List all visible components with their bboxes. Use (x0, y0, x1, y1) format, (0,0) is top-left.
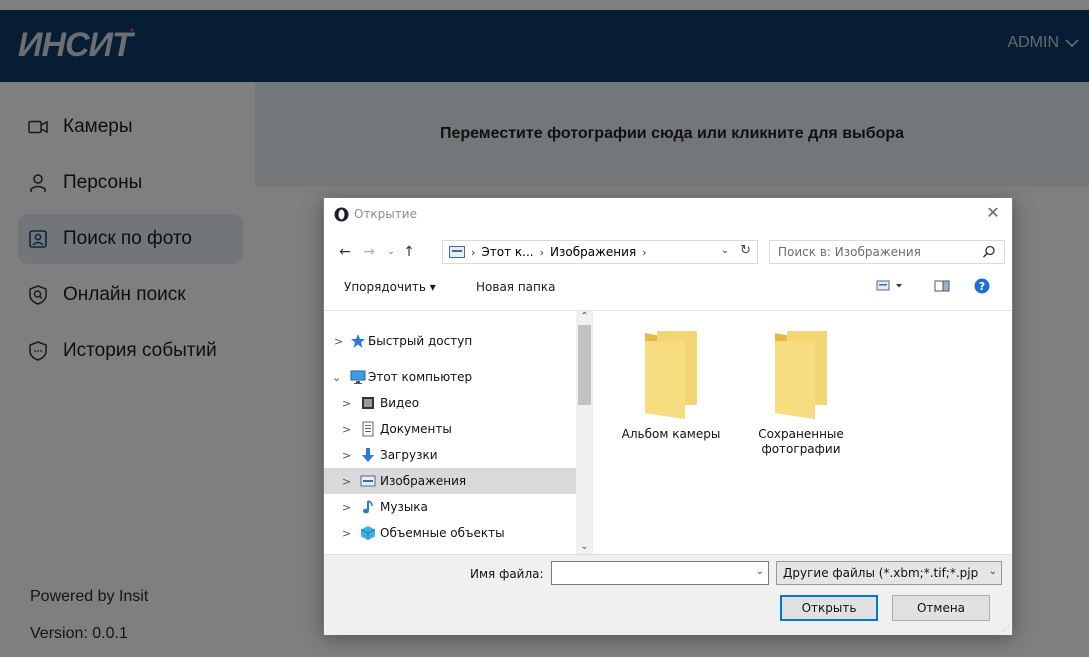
address-bar[interactable]: › Этот к... › Изображения › ⌄ ↻ (442, 240, 758, 264)
tree-item-this-pc[interactable]: ⌄ Этот компьютер (324, 364, 576, 390)
3d-objects-folder-icon (360, 526, 376, 540)
search-icon (982, 245, 995, 258)
filename-label: Имя файла: (470, 567, 544, 581)
open-button[interactable]: Открыть (780, 595, 878, 621)
navigation-tree: > Быстрый доступ ⌄ Этот компьютер > Виде… (324, 311, 576, 555)
tree-item-downloads[interactable]: > Загрузки (324, 442, 576, 468)
scrollbar-thumb[interactable] (578, 325, 591, 405)
expand-chevron-icon[interactable]: > (342, 527, 351, 540)
close-icon[interactable]: ✕ (984, 204, 1002, 222)
tree-scrollbar[interactable]: ⌃ ⌄ (576, 311, 593, 555)
search-box[interactable] (769, 240, 1005, 264)
opera-icon (334, 207, 349, 222)
pictures-folder-icon (360, 475, 376, 487)
dialog-titlebar: Открытие ✕ (324, 198, 1012, 230)
tree-item-quick-access[interactable]: > Быстрый доступ (324, 328, 576, 354)
help-icon[interactable]: ? (974, 278, 990, 297)
file-list: Альбом камеры Сохраненные фотографии (596, 311, 1012, 555)
file-item-label: Альбом камеры (621, 427, 721, 441)
folder-icon (775, 331, 827, 419)
tree-item-label: Быстрый доступ (368, 334, 473, 348)
breadcrumb-item[interactable]: Этот к... (481, 245, 533, 259)
file-item-label: Сохраненные фотографии (758, 427, 844, 456)
documents-folder-icon (362, 421, 374, 437)
computer-icon (350, 370, 366, 384)
tree-item-label: Видео (380, 396, 420, 410)
recent-locations-chevron-icon[interactable]: ⌄ (382, 242, 400, 262)
tree-item-music[interactable]: > Музыка (324, 494, 576, 520)
expand-chevron-icon[interactable]: ⌄ (332, 371, 341, 384)
scroll-up-icon[interactable]: ⌃ (576, 311, 593, 325)
tree-item-documents[interactable]: > Документы (324, 416, 576, 442)
expand-chevron-icon[interactable]: > (334, 335, 343, 348)
expand-chevron-icon[interactable]: > (342, 501, 351, 514)
address-row: ← → ⌄ ↑ › Этот к... › Изображения › ⌄ ↻ (324, 238, 1012, 266)
filename-input[interactable] (556, 566, 746, 580)
tree-item-label: Документы (380, 422, 452, 436)
back-arrow-icon[interactable]: ← (336, 242, 354, 262)
tree-item-label: Загрузки (380, 448, 438, 462)
tree-item-pictures[interactable]: > Изображения (324, 468, 576, 494)
scroll-down-icon[interactable]: ⌄ (576, 541, 593, 555)
up-arrow-icon[interactable]: ↑ (400, 242, 418, 262)
dialog-footer: Имя файла: ⌄ Другие файлы (*.xbm;*.tif;*… (324, 554, 1012, 635)
downloads-folder-icon (362, 448, 374, 462)
breadcrumb-separator: › (642, 245, 647, 259)
open-file-dialog: Открытие ✕ ← → ⌄ ↑ › Этот к... › Изображ… (323, 197, 1013, 635)
expand-chevron-icon[interactable]: > (342, 397, 351, 410)
tree-item-label: Объемные объекты (380, 526, 505, 540)
tree-item-3d-objects[interactable]: > Объемные объекты (324, 520, 576, 546)
tree-item-label: Изображения (380, 474, 467, 488)
breadcrumb-separator: › (471, 245, 476, 259)
dialog-toolbar: Упорядочить ▾ Новая папка ? (324, 274, 1012, 302)
filetype-value: Другие файлы (*.xbm;*.tif;*.pjp (783, 566, 979, 580)
search-input[interactable] (778, 245, 978, 259)
pictures-folder-icon (449, 246, 465, 258)
filetype-select[interactable]: Другие файлы (*.xbm;*.tif;*.pjp ⌄ (776, 561, 1002, 585)
forward-arrow-icon[interactable]: → (360, 242, 378, 262)
chevron-down-icon[interactable]: ⌄ (721, 245, 729, 256)
dialog-body: > Быстрый доступ ⌄ Этот компьютер > Виде… (324, 310, 1012, 555)
dialog-title: Открытие (354, 207, 417, 221)
tree-item-video[interactable]: > Видео (324, 390, 576, 416)
preview-pane-icon[interactable] (934, 278, 950, 297)
breadcrumb-item[interactable]: Изображения (550, 245, 636, 259)
tree-item-label: Музыка (380, 500, 428, 514)
file-item-camera-roll[interactable]: Альбом камеры (616, 327, 726, 442)
svg-text:?: ? (979, 280, 985, 293)
cancel-button[interactable]: Отмена (892, 595, 990, 621)
expand-chevron-icon[interactable]: > (342, 475, 351, 488)
filename-combobox[interactable]: ⌄ (551, 561, 769, 585)
resize-grip-icon[interactable]: ⋰ (1002, 624, 1010, 633)
breadcrumb: › Этот к... › Изображения › (471, 245, 647, 259)
video-folder-icon (362, 397, 374, 409)
new-folder-button[interactable]: Новая папка (476, 280, 555, 294)
tree-item-label: Этот компьютер (368, 370, 473, 384)
file-item-saved-pictures[interactable]: Сохраненные фотографии (746, 327, 856, 457)
refresh-icon[interactable]: ↻ (740, 243, 751, 258)
view-options-icon[interactable] (876, 278, 906, 297)
organize-button[interactable]: Упорядочить ▾ (344, 280, 436, 294)
folder-icon (645, 331, 697, 419)
star-icon (351, 334, 365, 348)
expand-chevron-icon[interactable]: > (342, 449, 351, 462)
expand-chevron-icon[interactable]: > (342, 423, 351, 436)
chevron-down-icon[interactable]: ⌄ (756, 566, 764, 577)
chevron-down-icon: ⌄ (988, 566, 997, 577)
app-window: ИНСИТ ADMIN Камеры Персоны Поиск п (0, 0, 1089, 657)
breadcrumb-separator: › (539, 245, 545, 259)
music-folder-icon (363, 500, 373, 514)
